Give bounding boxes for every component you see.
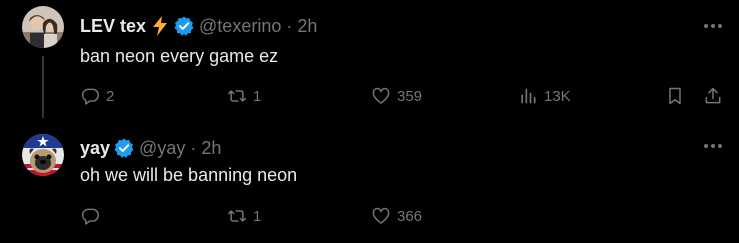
thread-line — [42, 56, 44, 118]
more-options-icon[interactable] — [704, 24, 722, 28]
verified-badge-icon[interactable] — [114, 138, 134, 158]
views-icon — [518, 86, 538, 106]
like-icon — [371, 86, 391, 106]
retweet-count: 1 — [253, 207, 262, 225]
like-button[interactable]: 359 — [371, 86, 422, 106]
avatar-lev-tex[interactable] — [22, 6, 64, 48]
handle[interactable]: @yay — [139, 138, 185, 159]
reply-icon — [80, 206, 100, 226]
verified-badge-icon[interactable] — [174, 16, 194, 36]
like-count: 366 — [397, 207, 423, 225]
separator-dot: · — [286, 15, 293, 36]
tweet-2[interactable]: yay @yay · 2h oh we will be banning neon… — [0, 118, 739, 243]
timestamp[interactable]: 2h — [201, 138, 221, 159]
reply-button[interactable]: 2 — [80, 86, 114, 106]
like-icon — [371, 206, 391, 226]
tweet-header: yay @yay · 2h — [80, 137, 221, 159]
reply-button[interactable] — [80, 206, 106, 226]
more-options-icon[interactable] — [704, 144, 722, 148]
tweet-text: oh we will be banning neon — [80, 165, 298, 185]
share-button[interactable] — [703, 86, 723, 106]
retweet-icon — [227, 86, 247, 106]
handle[interactable]: @texerino — [199, 16, 281, 37]
tweet-text: ban neon every game ez — [80, 46, 279, 66]
share-icon — [703, 86, 723, 106]
views-count: 13K — [544, 87, 571, 105]
reply-icon — [80, 86, 100, 106]
retweet-count: 1 — [253, 87, 262, 105]
bookmark-button[interactable] — [665, 86, 685, 106]
display-name[interactable]: LEV tex — [80, 16, 146, 37]
tweet-header: LEV tex @texerino · 2h — [80, 15, 317, 37]
retweet-icon — [227, 206, 247, 226]
bookmark-icon — [665, 86, 685, 106]
display-name[interactable]: yay — [80, 138, 110, 159]
retweet-button[interactable]: 1 — [227, 86, 261, 106]
reply-count: 2 — [106, 87, 115, 105]
separator-dot: · — [190, 137, 197, 158]
views-button[interactable]: 13K — [518, 86, 571, 106]
like-count: 359 — [397, 87, 423, 105]
retweet-button[interactable]: 1 — [227, 206, 261, 226]
avatar-yay[interactable] — [22, 134, 64, 176]
tweet-1[interactable]: LEV tex @texerino · 2h ban neon every ga… — [0, 0, 739, 118]
like-button[interactable]: 366 — [371, 206, 422, 226]
timestamp[interactable]: 2h — [297, 16, 317, 37]
lightning-icon — [150, 15, 170, 37]
